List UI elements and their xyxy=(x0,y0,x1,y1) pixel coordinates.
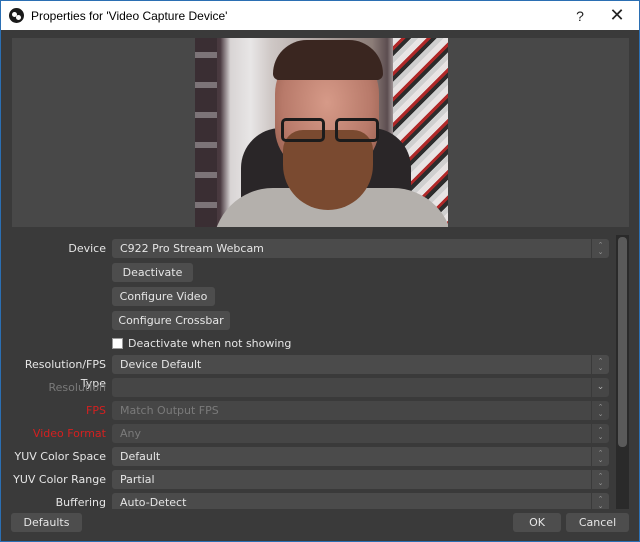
resolution-select: ⌄ xyxy=(112,378,609,397)
properties-list: Device C922 Pro Stream Webcam ⌃ ⌄ Deactiv… xyxy=(12,237,612,509)
cancel-button[interactable]: Cancel xyxy=(566,513,629,532)
help-button[interactable]: ? xyxy=(565,1,595,30)
resolution-fps-type-select[interactable]: Device Default ⌃ ⌄ xyxy=(112,355,609,374)
fps-label: FPS xyxy=(86,404,106,417)
spinner-arrows-icon: ⌃ ⌄ xyxy=(591,447,609,466)
video-format-select: Any ⌃ ⌄ xyxy=(112,424,609,443)
spinner-arrows-icon: ⌃ ⌄ xyxy=(591,470,609,489)
resolution-fps-type-value: Device Default xyxy=(120,358,202,371)
wallpaper-left xyxy=(195,38,217,227)
spinner-arrows-icon: ⌃ ⌄ xyxy=(591,424,609,443)
video-format-row: Video Format Any ⌃ ⌄ xyxy=(12,424,610,443)
deactivate-when-not-showing-checkbox[interactable] xyxy=(112,337,123,349)
properties-dialog: Properties for 'Video Capture Device' ? … xyxy=(0,0,640,542)
device-label: Device xyxy=(68,242,106,255)
device-row: Device C922 Pro Stream Webcam ⌃ ⌄ xyxy=(12,239,610,258)
resolution-row: Resolution ⌄ xyxy=(12,378,610,397)
preview-area xyxy=(12,38,629,227)
yuv-color-range-row: YUV Color Range Partial ⌃ ⌄ xyxy=(12,470,610,489)
spinner-arrows-icon: ⌃ ⌄ xyxy=(591,239,609,258)
close-button[interactable]: ✕ xyxy=(602,1,632,30)
video-format-label: Video Format xyxy=(32,427,106,440)
spinner-arrows-icon: ⌃ ⌄ xyxy=(591,493,609,509)
resolution-fps-type-row: Resolution/FPS Type Device Default ⌃ ⌄ xyxy=(12,355,610,390)
configure-video-button[interactable]: Configure Video xyxy=(112,287,215,306)
spinner-arrows-icon: ⌃ ⌄ xyxy=(591,401,609,420)
window-title: Properties for 'Video Capture Device' xyxy=(31,8,228,23)
yuv-color-range-select[interactable]: Partial ⌃ ⌄ xyxy=(112,470,609,489)
resolution-fps-type-label: Resolution/FPS Type xyxy=(24,358,106,390)
fps-value: Match Output FPS xyxy=(120,404,219,417)
spinner-arrows-icon: ⌃ ⌄ xyxy=(591,355,609,374)
configure-crossbar-button[interactable]: Configure Crossbar xyxy=(112,311,230,330)
scrollbar-thumb[interactable] xyxy=(618,237,627,447)
yuv-color-range-value: Partial xyxy=(120,473,155,486)
properties-scrollbar[interactable] xyxy=(616,235,629,509)
obs-logo-icon xyxy=(9,8,24,23)
fps-row: FPS Match Output FPS ⌃ ⌄ xyxy=(12,401,610,420)
buffering-select[interactable]: Auto-Detect ⌃ ⌄ xyxy=(112,493,609,509)
deactivate-button[interactable]: Deactivate xyxy=(112,263,193,282)
deactivate-when-not-showing-row[interactable]: Deactivate when not showing xyxy=(112,336,291,350)
chevron-down-icon: ⌄ xyxy=(591,378,609,397)
buffering-row: Buffering Auto-Detect ⌃ ⌄ xyxy=(12,493,610,509)
yuv-color-space-row: YUV Color Space Default ⌃ ⌄ xyxy=(12,447,610,466)
device-value: C922 Pro Stream Webcam xyxy=(120,242,264,255)
yuv-color-range-label: YUV Color Range xyxy=(13,473,106,486)
buffering-value: Auto-Detect xyxy=(120,496,187,509)
defaults-button[interactable]: Defaults xyxy=(11,513,82,532)
yuv-color-space-value: Default xyxy=(120,450,161,463)
device-select[interactable]: C922 Pro Stream Webcam ⌃ ⌄ xyxy=(112,239,609,258)
glasses xyxy=(281,118,379,144)
yuv-color-space-select[interactable]: Default ⌃ ⌄ xyxy=(112,447,609,466)
yuv-color-space-label: YUV Color Space xyxy=(14,450,106,463)
webcam-preview-image xyxy=(195,38,448,227)
hair xyxy=(273,40,383,80)
deactivate-when-not-showing-label: Deactivate when not showing xyxy=(128,336,292,350)
resolution-label: Resolution xyxy=(48,381,106,394)
video-format-value: Any xyxy=(120,427,142,440)
fps-select: Match Output FPS ⌃ ⌄ xyxy=(112,401,609,420)
title-bar: Properties for 'Video Capture Device' ? … xyxy=(1,1,639,30)
buffering-label: Buffering xyxy=(55,496,106,509)
ok-button[interactable]: OK xyxy=(513,513,561,532)
